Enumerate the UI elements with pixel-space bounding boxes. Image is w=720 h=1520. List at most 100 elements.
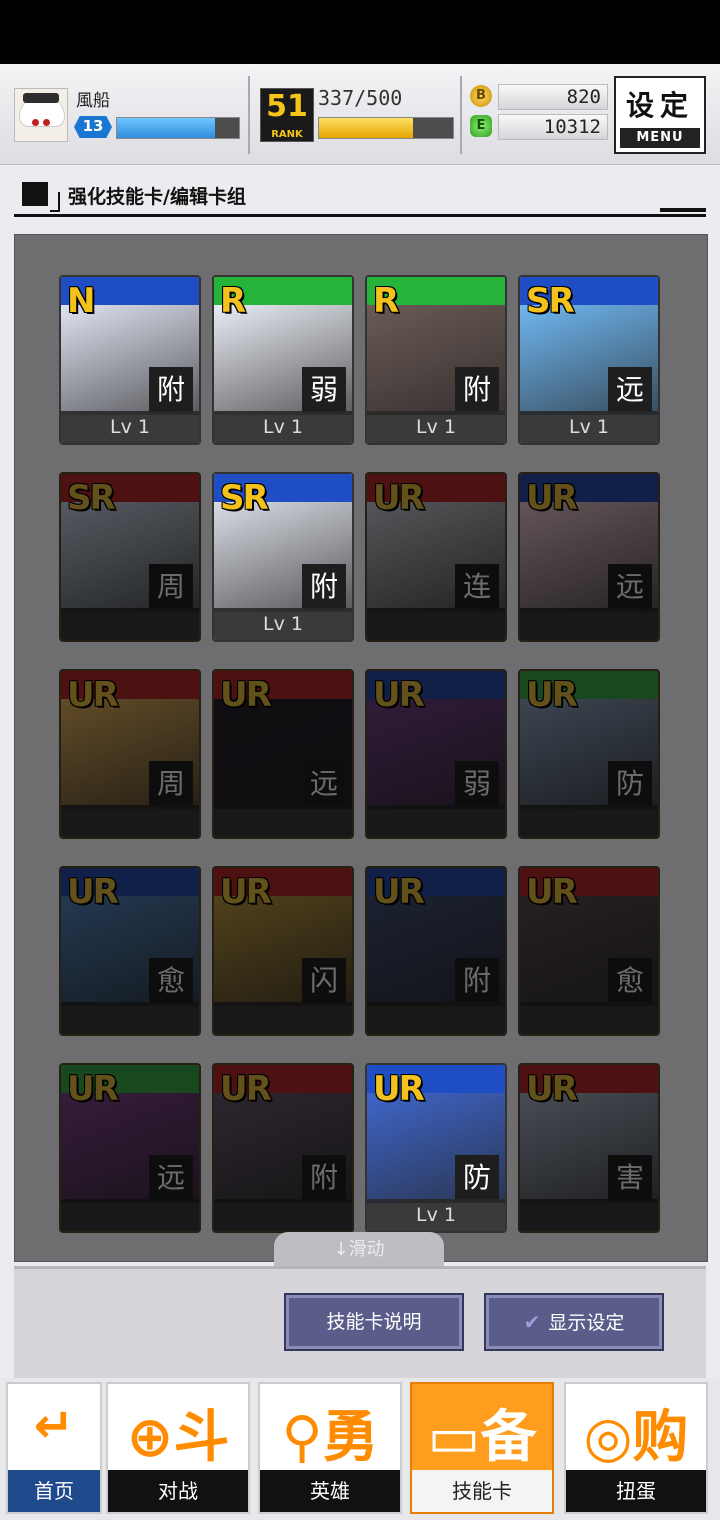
gamepad-icon: ⊕斗 <box>126 1405 230 1470</box>
card-type-badge: 附 <box>455 958 499 1004</box>
hero-icon: ⚲勇 <box>281 1405 379 1470</box>
skill-card[interactable]: UR 周 <box>59 669 201 839</box>
nav-tab-hero[interactable]: ⚲勇 英雄 <box>258 1382 402 1514</box>
card-grid[interactable]: N 附 Lv 1 R 弱 Lv 1 R 附 Lv 1 SR 远 Lv 1 SR 周 SR 附 Lv 1 UR 连 UR… <box>14 234 708 1262</box>
card-level: Lv 1 <box>214 608 352 640</box>
nav-tab-cards-label: 技能卡 <box>412 1470 552 1512</box>
rank-bar <box>318 117 454 139</box>
action-area: 技能卡说明 ✔ 显示设定 <box>14 1266 706 1379</box>
check-icon: ✔ <box>523 1310 541 1334</box>
rank-label: RANK <box>271 129 303 140</box>
gacha-icon: ◎购 <box>583 1405 689 1470</box>
card-type-badge: 连 <box>455 564 499 610</box>
card-level <box>367 1002 505 1034</box>
player-name: 風船 <box>76 91 110 111</box>
coin-icon: B <box>470 85 492 107</box>
card-type-badge: 防 <box>455 1155 499 1201</box>
card-rarity: UR <box>526 478 578 518</box>
gem-icon: E <box>470 115 492 137</box>
coin-counter: 820 <box>498 84 608 110</box>
card-rarity: UR <box>373 872 425 912</box>
nav-tab-home[interactable]: ↵ 首页 <box>6 1382 102 1514</box>
skill-card[interactable]: UR 远 <box>212 669 354 839</box>
skill-card[interactable]: UR 附 <box>365 866 507 1036</box>
coin-amount: 820 <box>566 86 601 108</box>
card-type-badge: 附 <box>302 1155 346 1201</box>
skill-card[interactable]: UR 愈 <box>59 866 201 1036</box>
card-level <box>520 805 658 837</box>
card-level <box>61 805 199 837</box>
card-level <box>520 608 658 640</box>
card-level <box>214 1002 352 1034</box>
rank-value: 51 <box>266 89 308 124</box>
hud-divider <box>460 76 462 154</box>
exp-bar <box>116 117 240 139</box>
card-level <box>367 608 505 640</box>
skill-card[interactable]: UR 闪 <box>212 866 354 1036</box>
card-type-badge: 周 <box>149 564 193 610</box>
card-level <box>61 608 199 640</box>
display-settings-button[interactable]: ✔ 显示设定 <box>484 1293 664 1351</box>
skill-card[interactable]: SR 附 Lv 1 <box>212 472 354 642</box>
skill-card[interactable]: N 附 Lv 1 <box>59 275 201 445</box>
gem-amount: 10312 <box>543 116 601 138</box>
rank-progress-text: 337/500 <box>318 86 403 110</box>
skill-card[interactable]: UR 远 <box>518 472 660 642</box>
card-type-badge: 弱 <box>302 367 346 413</box>
card-level <box>214 805 352 837</box>
home-icon: ↵ <box>33 1398 75 1454</box>
hud-divider <box>248 76 250 154</box>
card-type-badge: 愈 <box>149 958 193 1004</box>
scroll-hint[interactable]: ↓滑动 <box>274 1232 444 1266</box>
card-type-badge: 闪 <box>302 958 346 1004</box>
skill-card[interactable]: UR 附 <box>212 1063 354 1233</box>
card-rarity: UR <box>373 478 425 518</box>
card-icon: ▭备 <box>427 1405 537 1470</box>
card-rarity: UR <box>67 675 119 715</box>
card-type-badge: 害 <box>608 1155 652 1201</box>
skill-card[interactable]: UR 害 <box>518 1063 660 1233</box>
avatar-ribbon <box>23 93 59 103</box>
card-level: Lv 1 <box>367 1199 505 1231</box>
display-settings-button-label: 显示设定 <box>548 1312 625 1334</box>
skill-card[interactable]: UR 弱 <box>365 669 507 839</box>
card-info-button-label: 技能卡说明 <box>326 1311 422 1333</box>
nav-tab-battle[interactable]: ⊕斗 对战 <box>106 1382 250 1514</box>
menu-button[interactable]: 设定 MENU <box>614 76 706 154</box>
nav-tab-cards[interactable]: ▭备 技能卡 <box>410 1382 554 1514</box>
menu-button-sublabel: MENU <box>620 128 700 148</box>
card-level: Lv 1 <box>520 411 658 443</box>
card-type-badge: 弱 <box>455 761 499 807</box>
card-rarity: UR <box>220 1069 272 1109</box>
card-info-button[interactable]: 技能卡说明 <box>284 1293 464 1351</box>
card-rarity: UR <box>526 675 578 715</box>
avatar[interactable] <box>14 88 68 142</box>
card-rarity: UR <box>220 872 272 912</box>
card-type-badge: 远 <box>149 1155 193 1201</box>
card-rarity: UR <box>526 872 578 912</box>
skill-card[interactable]: SR 远 Lv 1 <box>518 275 660 445</box>
skill-card[interactable]: UR 防 <box>518 669 660 839</box>
nav-tab-battle-label: 对战 <box>108 1470 248 1512</box>
card-rarity: UR <box>373 675 425 715</box>
skill-card[interactable]: UR 愈 <box>518 866 660 1036</box>
skill-card[interactable]: R 附 Lv 1 <box>365 275 507 445</box>
card-rarity: SR <box>220 478 269 518</box>
status-bar <box>0 0 720 64</box>
rank-badge: 51 RANK <box>260 88 314 142</box>
skill-card[interactable]: SR 周 <box>59 472 201 642</box>
skill-card[interactable]: UR 连 <box>365 472 507 642</box>
card-type-badge: 附 <box>149 367 193 413</box>
card-level: Lv 1 <box>367 411 505 443</box>
skill-card[interactable]: UR 远 <box>59 1063 201 1233</box>
card-type-badge: 愈 <box>608 958 652 1004</box>
card-rarity: SR <box>526 281 575 321</box>
skill-card[interactable]: UR 防 Lv 1 <box>365 1063 507 1233</box>
avatar-eye <box>32 119 39 126</box>
card-level <box>61 1199 199 1231</box>
nav-tab-hero-label: 英雄 <box>260 1470 400 1512</box>
page-title: 强化技能卡/编辑卡组 <box>68 186 246 208</box>
nav-tab-gacha[interactable]: ◎购 扭蛋 <box>564 1382 708 1514</box>
skill-card[interactable]: R 弱 Lv 1 <box>212 275 354 445</box>
header-square-icon <box>22 182 48 206</box>
